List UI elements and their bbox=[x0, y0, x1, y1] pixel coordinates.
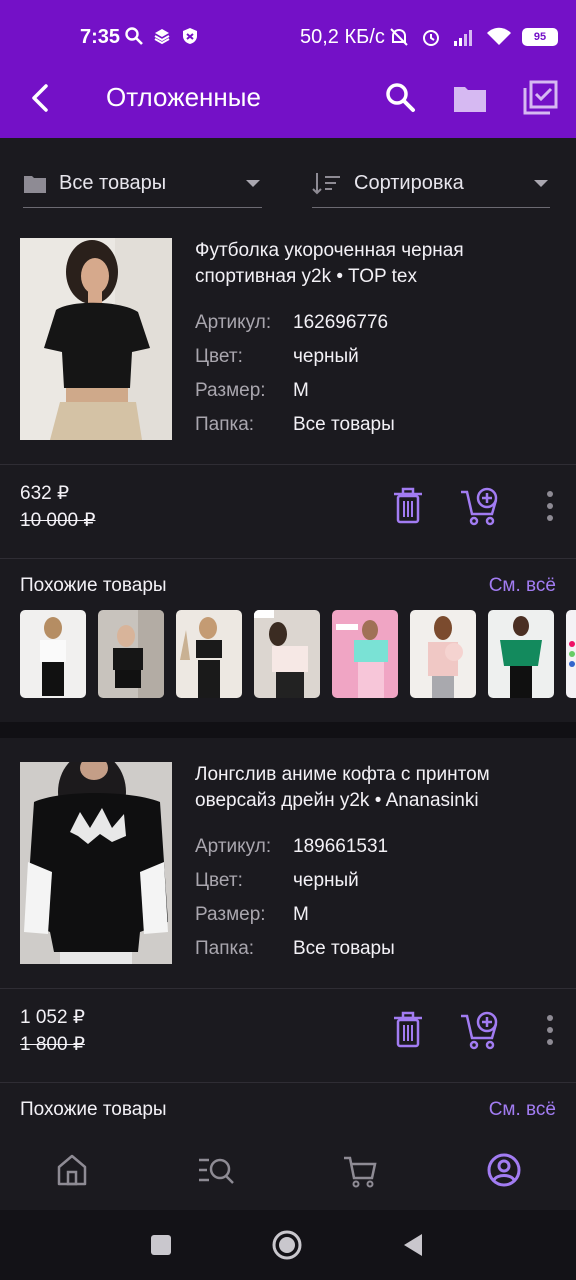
home-button-icon[interactable] bbox=[272, 1230, 302, 1260]
article-value: 189661531 bbox=[293, 836, 389, 857]
bell-off-icon bbox=[390, 28, 408, 46]
chevron-down-icon bbox=[534, 180, 548, 187]
color-row: Цвет: черный bbox=[195, 870, 359, 892]
product-old-price: 10 000 ₽ bbox=[20, 510, 96, 531]
product-image[interactable] bbox=[20, 238, 172, 440]
similar-product-thumb[interactable] bbox=[98, 610, 164, 698]
status-speed: 50,2 КБ/с bbox=[300, 26, 385, 48]
card-separator bbox=[0, 722, 576, 738]
folder-icon[interactable] bbox=[450, 78, 490, 118]
article-label: Артикул: bbox=[195, 836, 272, 857]
cart-add-icon[interactable] bbox=[458, 1008, 502, 1052]
app-header: 7:35 50,2 КБ/с 95 Отложенные bbox=[0, 0, 576, 138]
folder-filter-dropdown[interactable]: Все товары bbox=[23, 160, 262, 208]
size-value: M bbox=[293, 380, 309, 401]
profile-icon[interactable] bbox=[484, 1150, 524, 1190]
back-button-icon[interactable] bbox=[402, 1232, 424, 1258]
see-all-link[interactable]: См. всё bbox=[489, 1099, 556, 1121]
divider bbox=[0, 1082, 576, 1083]
folder-filter-label: Все товары bbox=[59, 172, 167, 194]
folder-row: Папка: Все товары bbox=[195, 414, 395, 436]
divider bbox=[0, 558, 576, 559]
sort-dropdown[interactable]: Сортировка bbox=[312, 160, 550, 208]
more-vertical-icon[interactable] bbox=[528, 1008, 572, 1052]
similar-product-thumb[interactable] bbox=[566, 610, 576, 698]
home-icon[interactable] bbox=[52, 1150, 92, 1190]
similar-title: Похожие товары bbox=[20, 1099, 167, 1120]
folder-value: Все товары bbox=[293, 938, 395, 959]
similar-product-thumb[interactable] bbox=[332, 610, 398, 698]
status-layers-icon bbox=[154, 29, 170, 45]
size-value: M bbox=[293, 904, 309, 925]
trash-icon[interactable] bbox=[386, 1008, 430, 1052]
product-card: Футболка укороченная черная спортивная y… bbox=[0, 222, 576, 722]
page-title: Отложенные bbox=[106, 82, 261, 112]
color-row: Цвет: черный bbox=[195, 346, 359, 368]
battery-icon: 95 bbox=[522, 28, 558, 46]
product-photo bbox=[20, 762, 172, 964]
product-title[interactable]: Лонгслив аниме кофта с принтом оверсайз … bbox=[195, 762, 555, 814]
folder-row: Папка: Все товары bbox=[195, 938, 395, 960]
back-arrow-icon[interactable] bbox=[26, 78, 56, 118]
folder-value: Все товары bbox=[293, 414, 395, 435]
product-photo bbox=[20, 238, 172, 440]
alarm-icon bbox=[423, 30, 439, 46]
color-value: черный bbox=[293, 346, 359, 367]
status-bar: 7:35 50,2 КБ/с 95 bbox=[0, 22, 576, 54]
color-label: Цвет: bbox=[195, 870, 243, 891]
sort-label: Сортировка bbox=[354, 172, 464, 194]
article-value: 162696776 bbox=[293, 312, 389, 333]
color-label: Цвет: bbox=[195, 346, 243, 367]
size-label: Размер: bbox=[195, 904, 266, 925]
size-label: Размер: bbox=[195, 380, 266, 401]
similar-title: Похожие товары bbox=[20, 575, 167, 596]
folder-label: Папка: bbox=[195, 414, 255, 435]
product-title[interactable]: Футболка укороченная черная спортивная y… bbox=[195, 238, 555, 290]
product-price: 632 ₽ bbox=[20, 483, 70, 504]
cart-icon[interactable] bbox=[340, 1150, 380, 1190]
chevron-down-icon bbox=[246, 180, 260, 187]
wifi-icon bbox=[487, 27, 511, 45]
system-navigation-bar bbox=[0, 1210, 576, 1280]
article-row: Артикул: 162696776 bbox=[195, 312, 388, 334]
divider bbox=[0, 464, 576, 465]
status-left-icons bbox=[124, 26, 200, 46]
divider bbox=[0, 988, 576, 989]
trash-icon[interactable] bbox=[386, 484, 430, 528]
select-checkbox-icon[interactable] bbox=[520, 78, 560, 118]
color-value: черный bbox=[293, 870, 359, 891]
more-vertical-icon[interactable] bbox=[528, 484, 572, 528]
signal-icon bbox=[454, 30, 472, 46]
folder-filter-icon bbox=[24, 175, 46, 193]
bottom-navigation bbox=[0, 1134, 576, 1210]
size-row: Размер: M bbox=[195, 380, 309, 402]
product-card: Лонгслив аниме кофта с принтом оверсайз … bbox=[0, 746, 576, 1134]
top-app-bar: Отложенные bbox=[0, 70, 576, 126]
filters-row: Все товары Сортировка bbox=[0, 160, 576, 210]
similar-product-thumb[interactable] bbox=[488, 610, 554, 698]
cart-add-icon[interactable] bbox=[458, 484, 502, 528]
recent-apps-icon[interactable] bbox=[150, 1234, 172, 1256]
status-search-icon bbox=[125, 27, 143, 45]
status-right-icons: 95 bbox=[388, 26, 558, 48]
product-old-price: 1 800 ₽ bbox=[20, 1034, 85, 1055]
folder-label: Папка: bbox=[195, 938, 255, 959]
catalog-search-icon[interactable] bbox=[196, 1150, 236, 1190]
product-image[interactable] bbox=[20, 762, 172, 964]
status-time: 7:35 bbox=[80, 26, 121, 48]
similar-product-thumb[interactable] bbox=[20, 610, 86, 698]
search-icon[interactable] bbox=[380, 78, 420, 118]
size-row: Размер: M bbox=[195, 904, 309, 926]
similar-product-thumb[interactable] bbox=[176, 610, 242, 698]
status-shield-icon bbox=[183, 28, 197, 44]
similar-products-strip bbox=[20, 610, 576, 698]
product-price: 1 052 ₽ bbox=[20, 1007, 85, 1028]
similar-product-thumb[interactable] bbox=[410, 610, 476, 698]
sort-icon bbox=[312, 172, 340, 194]
similar-product-thumb[interactable] bbox=[254, 610, 320, 698]
article-label: Артикул: bbox=[195, 312, 272, 333]
article-row: Артикул: 189661531 bbox=[195, 836, 388, 858]
see-all-link[interactable]: См. всё bbox=[489, 575, 556, 597]
